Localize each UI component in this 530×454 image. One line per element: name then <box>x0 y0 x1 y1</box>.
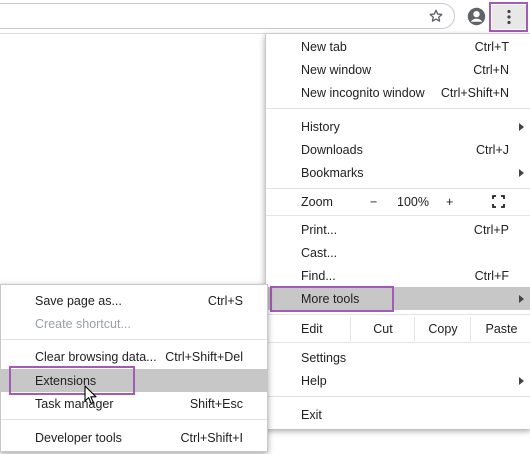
zoom-label: Zoom <box>301 194 333 209</box>
shortcut-label: Ctrl+Shift+N <box>440 85 509 100</box>
menu-separator <box>266 314 530 315</box>
menu-item-label: Print... <box>301 222 338 237</box>
browser-main-menu: New tab Ctrl+T New window Ctrl+N New inc… <box>265 34 530 429</box>
shortcut-label: Ctrl+F <box>474 268 509 283</box>
menu-item-label: Save page as... <box>35 293 122 308</box>
menu-item-label: Developer tools <box>35 430 122 445</box>
menu-button-highlight <box>489 2 528 32</box>
menu-separator <box>1 419 267 420</box>
shortcut-label: Ctrl+S <box>207 293 243 308</box>
menu-item-label: Settings <box>301 350 347 365</box>
menu-separator <box>266 108 530 109</box>
menu-item-new-incognito-window[interactable]: New incognito window Ctrl+Shift+N <box>266 81 530 104</box>
submenu-item-create-shortcut: Create shortcut... <box>1 312 267 335</box>
fullscreen-icon[interactable] <box>492 190 505 213</box>
menu-item-bookmarks[interactable]: Bookmarks <box>266 161 530 184</box>
mouse-cursor-icon <box>84 385 98 405</box>
submenu-item-save-page[interactable]: Save page as... Ctrl+S <box>1 289 267 312</box>
menu-item-label: Create shortcut... <box>35 316 131 331</box>
submenu-item-developer-tools[interactable]: Developer tools Ctrl+Shift+I <box>1 426 267 449</box>
menu-separator <box>266 215 530 216</box>
menu-item-label: Cast... <box>301 245 338 260</box>
menu-item-history[interactable]: History <box>266 115 530 138</box>
submenu-item-clear-browsing-data[interactable]: Clear browsing data... Ctrl+Shift+Del <box>1 345 267 368</box>
submenu-arrow-icon <box>519 168 524 177</box>
shortcut-label: Ctrl+N <box>473 62 509 77</box>
menu-item-exit[interactable]: Exit <box>266 403 530 426</box>
menu-separator <box>266 342 530 343</box>
menu-item-print[interactable]: Print... Ctrl+P <box>266 218 530 241</box>
shortcut-label: Ctrl+J <box>476 142 509 157</box>
menu-item-downloads[interactable]: Downloads Ctrl+J <box>266 138 530 161</box>
menu-item-cast[interactable]: Cast... <box>266 241 530 264</box>
account-circle-icon[interactable] <box>466 6 486 26</box>
submenu-arrow-icon <box>519 376 524 385</box>
menu-item-zoom: Zoom − 100% + <box>266 190 530 213</box>
menu-item-new-tab[interactable]: New tab Ctrl+T <box>266 35 530 58</box>
menu-item-label: Help <box>301 373 327 388</box>
menu-item-label: Downloads <box>301 142 363 157</box>
menu-item-label: New window <box>301 62 372 77</box>
menu-item-settings[interactable]: Settings <box>266 346 530 369</box>
extensions-highlight <box>9 366 135 395</box>
menu-separator <box>1 339 267 340</box>
cut-button[interactable]: Cut <box>350 317 415 341</box>
menu-item-edit: Edit Cut Copy Paste <box>266 317 530 341</box>
submenu-arrow-icon <box>519 122 524 131</box>
menu-separator <box>266 396 530 397</box>
shortcut-label: Ctrl+P <box>473 222 509 237</box>
more-tools-highlight <box>270 286 394 312</box>
menu-item-label: History <box>301 119 340 134</box>
paste-button[interactable]: Paste <box>470 317 530 341</box>
star-outline-icon[interactable] <box>427 7 445 25</box>
shortcut-label: Shift+Esc <box>189 396 243 411</box>
shortcut-label: Ctrl+Shift+I <box>180 430 243 445</box>
shortcut-label: Ctrl+Shift+Del <box>165 349 243 364</box>
menu-item-label: New tab <box>301 39 347 54</box>
menu-item-find[interactable]: Find... Ctrl+F <box>266 264 530 287</box>
menu-item-label: Bookmarks <box>301 165 364 180</box>
menu-item-help[interactable]: Help <box>266 369 530 392</box>
zoom-in-button[interactable]: + <box>446 190 453 213</box>
menu-item-label: Exit <box>301 407 322 422</box>
menu-item-new-window[interactable]: New window Ctrl+N <box>266 58 530 81</box>
menu-item-label: New incognito window <box>301 85 425 100</box>
submenu-arrow-icon <box>519 294 524 303</box>
menu-item-label: Clear browsing data... <box>35 349 157 364</box>
menu-item-label: Find... <box>301 268 336 283</box>
menu-separator <box>266 188 530 189</box>
shortcut-label: Ctrl+T <box>474 39 509 54</box>
zoom-out-button[interactable]: − <box>370 190 377 213</box>
menu-item-label: Task manager <box>35 396 114 411</box>
edit-label: Edit <box>301 322 323 336</box>
submenu-item-task-manager[interactable]: Task manager Shift+Esc <box>1 392 267 415</box>
copy-button[interactable]: Copy <box>414 317 471 341</box>
address-bar[interactable] <box>0 3 455 29</box>
zoom-level: 100% <box>397 194 429 209</box>
